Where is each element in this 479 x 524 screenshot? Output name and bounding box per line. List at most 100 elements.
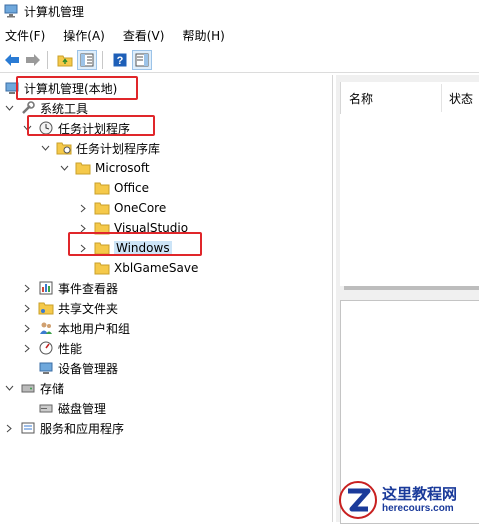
- watermark: 这里教程网 herecours.com: [336, 478, 479, 522]
- tree-node-root[interactable]: 计算机管理(本地): [4, 78, 117, 98]
- menu-action[interactable]: 操作(A): [63, 27, 105, 44]
- tree-node-windows[interactable]: Windows: [78, 238, 172, 258]
- forward-arrow-icon: [26, 54, 40, 66]
- tree-label-root: 计算机管理(本地): [24, 81, 118, 96]
- folder-clock-icon: [56, 140, 72, 156]
- folder-icon: [94, 220, 110, 236]
- storage-icon: [20, 380, 36, 396]
- chevron-right-icon[interactable]: [22, 283, 32, 293]
- window-title: 计算机管理: [24, 4, 85, 19]
- up-folder-button[interactable]: [56, 51, 74, 69]
- tree-label-microsoft: Microsoft: [95, 161, 150, 175]
- tree-node-services-apps[interactable]: 服务和应用程序: [4, 418, 124, 438]
- disk-icon: [38, 400, 54, 416]
- tree-label-shared-folders: 共享文件夹: [58, 301, 119, 316]
- tree-node-visualstudio[interactable]: VisualStudio: [78, 218, 188, 238]
- show-action-pane-button[interactable]: [132, 50, 152, 70]
- menu-file[interactable]: 文件(F): [5, 27, 45, 44]
- folder-up-icon: [57, 55, 73, 67]
- tree-label-performance: 性能: [58, 341, 83, 356]
- folder-icon: [94, 260, 110, 276]
- help-button[interactable]: ?: [111, 51, 129, 69]
- tree-node-disk-management[interactable]: 磁盘管理: [38, 398, 106, 418]
- help-icon: ?: [113, 53, 127, 67]
- chevron-right-icon[interactable]: [78, 243, 88, 253]
- folder-icon: [75, 160, 91, 176]
- users-icon: [38, 320, 54, 336]
- shared-folder-icon: [38, 300, 54, 316]
- tree-label-office: Office: [114, 181, 150, 195]
- tree-node-local-users[interactable]: 本地用户和组: [22, 318, 130, 338]
- tree-label-services-apps: 服务和应用程序: [40, 421, 125, 436]
- tree-node-office[interactable]: Office: [94, 178, 149, 198]
- chevron-right-icon[interactable]: [78, 223, 88, 233]
- show-hide-tree-button[interactable]: [77, 50, 97, 70]
- tree-node-microsoft[interactable]: Microsoft: [59, 158, 150, 178]
- tree-node-performance[interactable]: 性能: [22, 338, 82, 358]
- tree-label-task-library: 任务计划程序库: [76, 141, 161, 156]
- watermark-logo-icon: [339, 481, 377, 519]
- computer-management-icon: [4, 4, 18, 18]
- tree-node-task-library[interactable]: 任务计划程序库: [40, 138, 160, 158]
- tree-label-event-viewer: 事件查看器: [58, 281, 119, 296]
- toolbar-separator: [47, 51, 48, 69]
- tree-label-onecore: OneCore: [114, 201, 167, 215]
- details-pane: 名称 状态: [336, 75, 479, 524]
- column-separator[interactable]: [441, 84, 442, 112]
- column-header-name[interactable]: 名称: [349, 90, 373, 107]
- clock-icon: [38, 120, 54, 136]
- chevron-down-icon[interactable]: [40, 143, 50, 153]
- back-arrow-icon: [5, 54, 19, 66]
- device-manager-icon: [38, 360, 54, 376]
- tree-node-onecore[interactable]: OneCore: [78, 198, 166, 218]
- folder-icon: [94, 200, 110, 216]
- action-pane-icon: [135, 53, 149, 67]
- console-tree: 计算机管理(本地) 系统工具 任务计划程序 任务计划程序库 Microsoft …: [0, 75, 333, 522]
- tree-node-xblgamesave[interactable]: XblGameSave: [94, 258, 198, 278]
- tree-label-disk-management: 磁盘管理: [58, 401, 107, 416]
- menu-view[interactable]: 查看(V): [123, 27, 165, 44]
- chevron-right-icon[interactable]: [22, 303, 32, 313]
- tree-label-task-scheduler: 任务计划程序: [58, 121, 131, 136]
- chevron-right-icon[interactable]: [78, 203, 88, 213]
- tree-node-system-tools[interactable]: 系统工具: [4, 98, 88, 118]
- tree-node-event-viewer[interactable]: 事件查看器: [22, 278, 118, 298]
- horizontal-scrollbar[interactable]: [344, 286, 479, 290]
- computer-management-icon: [4, 80, 20, 96]
- tree-label-storage: 存储: [40, 381, 65, 396]
- tree-node-device-manager[interactable]: 设备管理器: [38, 358, 118, 378]
- chevron-down-icon[interactable]: [59, 163, 69, 173]
- tree-label-system-tools: 系统工具: [40, 101, 89, 116]
- watermark-text-en: herecours.com: [382, 503, 454, 514]
- menu-bar: 文件(F) 操作(A) 查看(V) 帮助(H): [0, 25, 479, 45]
- tree-label-visualstudio: VisualStudio: [114, 221, 189, 235]
- title-bar: 计算机管理: [0, 0, 479, 22]
- toolbar-separator: [102, 51, 103, 69]
- menu-help[interactable]: 帮助(H): [182, 27, 224, 44]
- console-tree-icon: [80, 53, 94, 67]
- folder-icon: [94, 180, 110, 196]
- task-list[interactable]: [340, 114, 479, 286]
- services-icon: [20, 420, 36, 436]
- performance-icon: [38, 340, 54, 356]
- column-header-status[interactable]: 状态: [449, 90, 473, 107]
- tree-label-windows: Windows: [114, 241, 172, 255]
- watermark-text-cn: 这里教程网: [382, 485, 458, 503]
- chevron-right-icon[interactable]: [22, 343, 32, 353]
- svg-text:?: ?: [117, 55, 124, 67]
- forward-button[interactable]: [24, 51, 42, 69]
- back-button[interactable]: [3, 51, 21, 69]
- tree-label-local-users: 本地用户和组: [58, 321, 131, 336]
- chevron-down-icon[interactable]: [4, 383, 14, 393]
- toolbar: ?: [0, 48, 479, 73]
- chevron-right-icon[interactable]: [4, 423, 14, 433]
- tree-node-task-scheduler[interactable]: 任务计划程序: [22, 118, 130, 138]
- tree-node-shared-folders[interactable]: 共享文件夹: [22, 298, 118, 318]
- tree-node-storage[interactable]: 存储: [4, 378, 64, 398]
- chevron-down-icon[interactable]: [22, 123, 32, 133]
- chevron-down-icon[interactable]: [4, 103, 14, 113]
- tree-label-device-manager: 设备管理器: [58, 361, 119, 376]
- tree-label-xblgamesave: XblGameSave: [114, 261, 199, 275]
- chevron-right-icon[interactable]: [22, 323, 32, 333]
- list-header: 名称 状态: [340, 82, 479, 114]
